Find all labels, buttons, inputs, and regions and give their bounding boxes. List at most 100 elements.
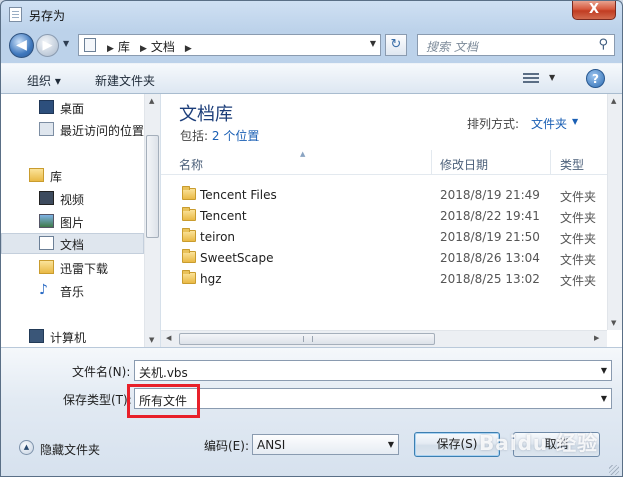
save-options-panel: 文件名(N): 关机.vbs ▼ 保存类型(T): 所有文件 ▼ ▲ 隐藏文件夹… xyxy=(1,347,622,476)
close-button[interactable]: X xyxy=(572,1,616,20)
nav-label: 视频 xyxy=(60,193,85,207)
video-icon xyxy=(39,191,54,205)
folder-icon xyxy=(182,249,196,263)
window-title: 另存为 xyxy=(29,9,66,23)
file-row[interactable]: Tencent 2018/8/22 19:41 文件夹 xyxy=(161,205,606,226)
scroll-down-icon[interactable]: ▼ xyxy=(611,319,616,327)
filetype-label: 保存类型(T): xyxy=(63,393,132,407)
address-dropdown-icon[interactable]: ▼ xyxy=(370,39,376,48)
chevron-down-icon[interactable]: ▼ xyxy=(601,394,607,403)
includes-locations-link[interactable]: 2 个位置 xyxy=(212,129,259,143)
nav-label: 最近访问的位置 xyxy=(60,124,145,138)
file-row[interactable]: hgz 2018/8/25 13:02 文件夹 xyxy=(161,268,606,289)
chevron-down-icon[interactable]: ▼ xyxy=(388,440,394,449)
file-list-vertical-scrollbar[interactable]: ▲ ▼ xyxy=(607,94,622,330)
command-bar: 组织 ▾ 新建文件夹 ▼ ? xyxy=(1,63,622,94)
watermark-text: Baidu 经验 xyxy=(479,431,599,455)
search-box[interactable]: 搜索 文档 ⚲ xyxy=(417,34,615,56)
file-row[interactable]: teiron 2018/8/19 21:50 文件夹 xyxy=(161,226,606,247)
chevron-down-icon[interactable]: ▼ xyxy=(601,366,607,375)
scroll-up-icon[interactable]: ▲ xyxy=(611,97,616,105)
search-icon[interactable]: ⚲ xyxy=(598,37,608,52)
chevron-up-icon[interactable]: ▲ xyxy=(19,440,34,455)
filename-value[interactable]: 关机.vbs xyxy=(139,364,188,381)
sort-indicator-icon: ▲ xyxy=(300,150,306,158)
music-icon: ♪ xyxy=(39,282,48,298)
nav-item-recent-places[interactable]: 最近访问的位置 xyxy=(1,119,144,140)
folder-icon xyxy=(182,270,196,284)
nav-item-documents[interactable]: 文档 xyxy=(1,233,144,254)
nav-item-music[interactable]: ♪ 音乐 xyxy=(1,280,144,301)
file-name: SweetScape xyxy=(200,251,274,265)
breadcrumb-item-library[interactable]: 库 xyxy=(118,40,130,54)
organize-button[interactable]: 组织 ▾ xyxy=(27,72,61,89)
column-divider[interactable] xyxy=(431,150,432,174)
forward-button[interactable]: ▶ xyxy=(36,34,59,57)
nav-item-videos[interactable]: 视频 xyxy=(1,188,144,209)
new-folder-button[interactable]: 新建文件夹 xyxy=(95,72,155,89)
file-date: 2018/8/19 21:50 xyxy=(440,230,540,244)
nav-label: 库 xyxy=(50,170,63,184)
scroll-down-icon[interactable]: ▼ xyxy=(149,336,154,344)
filename-field[interactable]: 关机.vbs ▼ xyxy=(134,360,612,381)
nav-item-pictures[interactable]: 图片 xyxy=(1,211,144,232)
arrange-by-label: 排列方式: xyxy=(467,117,520,131)
resize-grip-icon[interactable] xyxy=(609,465,619,475)
scrollbar-thumb[interactable] xyxy=(146,135,159,238)
nav-label: 文档 xyxy=(60,238,85,252)
column-divider[interactable] xyxy=(550,150,551,174)
scroll-right-icon[interactable]: ▶ xyxy=(594,334,599,342)
encoding-select[interactable]: ANSI ▼ xyxy=(252,434,399,455)
filename-label: 文件名(N): xyxy=(72,365,131,379)
recent-places-icon xyxy=(39,122,54,136)
breadcrumb-item-documents[interactable]: 文档 xyxy=(151,40,175,54)
includes-label: 包括: xyxy=(180,129,209,143)
content-area: 桌面 最近访问的位置 库 视频 图片 文档 迅雷下载 ♪ 音乐 计算机 ▲ ▼ … xyxy=(1,94,622,347)
navigation-pane: 桌面 最近访问的位置 库 视频 图片 文档 迅雷下载 ♪ 音乐 计算机 ▲ ▼ xyxy=(1,94,161,347)
view-dropdown-icon[interactable]: ▼ xyxy=(549,73,555,82)
file-type: 文件夹 xyxy=(560,274,597,288)
file-name: Tencent Files xyxy=(200,188,277,202)
nav-label: 音乐 xyxy=(60,285,85,299)
encoding-label: 编码(E): xyxy=(204,439,249,453)
nav-item-computer[interactable]: 计算机 xyxy=(1,326,144,347)
filetype-select[interactable]: 所有文件 ▼ xyxy=(134,388,612,409)
search-placeholder[interactable]: 搜索 文档 xyxy=(426,38,478,55)
chevron-right-icon[interactable]: ▶ xyxy=(140,44,147,54)
back-button[interactable]: ◀ xyxy=(9,33,34,58)
library-title: 文档库 xyxy=(179,104,233,125)
nav-item-desktop[interactable]: 桌面 xyxy=(1,97,144,118)
chevron-down-icon[interactable]: ▼ xyxy=(572,117,578,126)
arrange-by-dropdown[interactable]: 文件夹 xyxy=(531,115,567,132)
hide-folders-label[interactable]: 隐藏文件夹 xyxy=(40,441,100,458)
chevron-right-icon[interactable]: ▶ xyxy=(107,44,114,54)
address-field[interactable]: ▶ 库 ▶ 文档 ▶ ▼ xyxy=(78,34,381,56)
file-row[interactable]: SweetScape 2018/8/26 13:04 文件夹 xyxy=(161,247,606,268)
column-header-type[interactable]: 类型 xyxy=(560,156,584,173)
navigation-scrollbar[interactable]: ▲ ▼ xyxy=(144,94,160,347)
file-name: teiron xyxy=(200,230,236,244)
recent-pages-dropdown[interactable]: ▼ xyxy=(63,39,73,49)
desktop-icon xyxy=(39,100,54,114)
nav-item-libraries[interactable]: 库 xyxy=(1,165,144,186)
address-bar-row: ◀ ▶ ▼ ▶ 库 ▶ 文档 ▶ ▼ ↻ 搜索 文档 ⚲ xyxy=(1,29,622,63)
scroll-left-icon[interactable]: ◀ xyxy=(166,334,171,342)
file-row[interactable]: Tencent Files 2018/8/19 21:49 文件夹 xyxy=(161,184,606,205)
refresh-button[interactable]: ↻ xyxy=(385,34,407,56)
scroll-up-icon[interactable]: ▲ xyxy=(149,97,154,105)
nav-item-xunlei-downloads[interactable]: 迅雷下载 xyxy=(1,257,144,278)
file-date: 2018/8/25 13:02 xyxy=(440,272,540,286)
encoding-value[interactable]: ANSI xyxy=(257,438,285,452)
file-name: Tencent xyxy=(200,209,247,223)
file-list-horizontal-scrollbar[interactable]: ◀ ▶ xyxy=(161,330,607,347)
download-folder-icon xyxy=(39,260,54,274)
scrollbar-thumb[interactable] xyxy=(179,333,435,345)
help-button[interactable]: ? xyxy=(586,69,605,88)
file-list-pane: 文档库 包括: 2 个位置 排列方式: 文件夹 ▼ ▲ 名称 修改日期 类型 T… xyxy=(161,94,622,347)
column-header-name[interactable]: 名称 xyxy=(179,156,203,173)
file-name: hgz xyxy=(200,272,222,286)
view-options-icon[interactable] xyxy=(523,73,539,85)
column-header-date[interactable]: 修改日期 xyxy=(440,156,488,173)
grip-icon xyxy=(303,336,313,342)
chevron-right-icon[interactable]: ▶ xyxy=(185,44,192,54)
